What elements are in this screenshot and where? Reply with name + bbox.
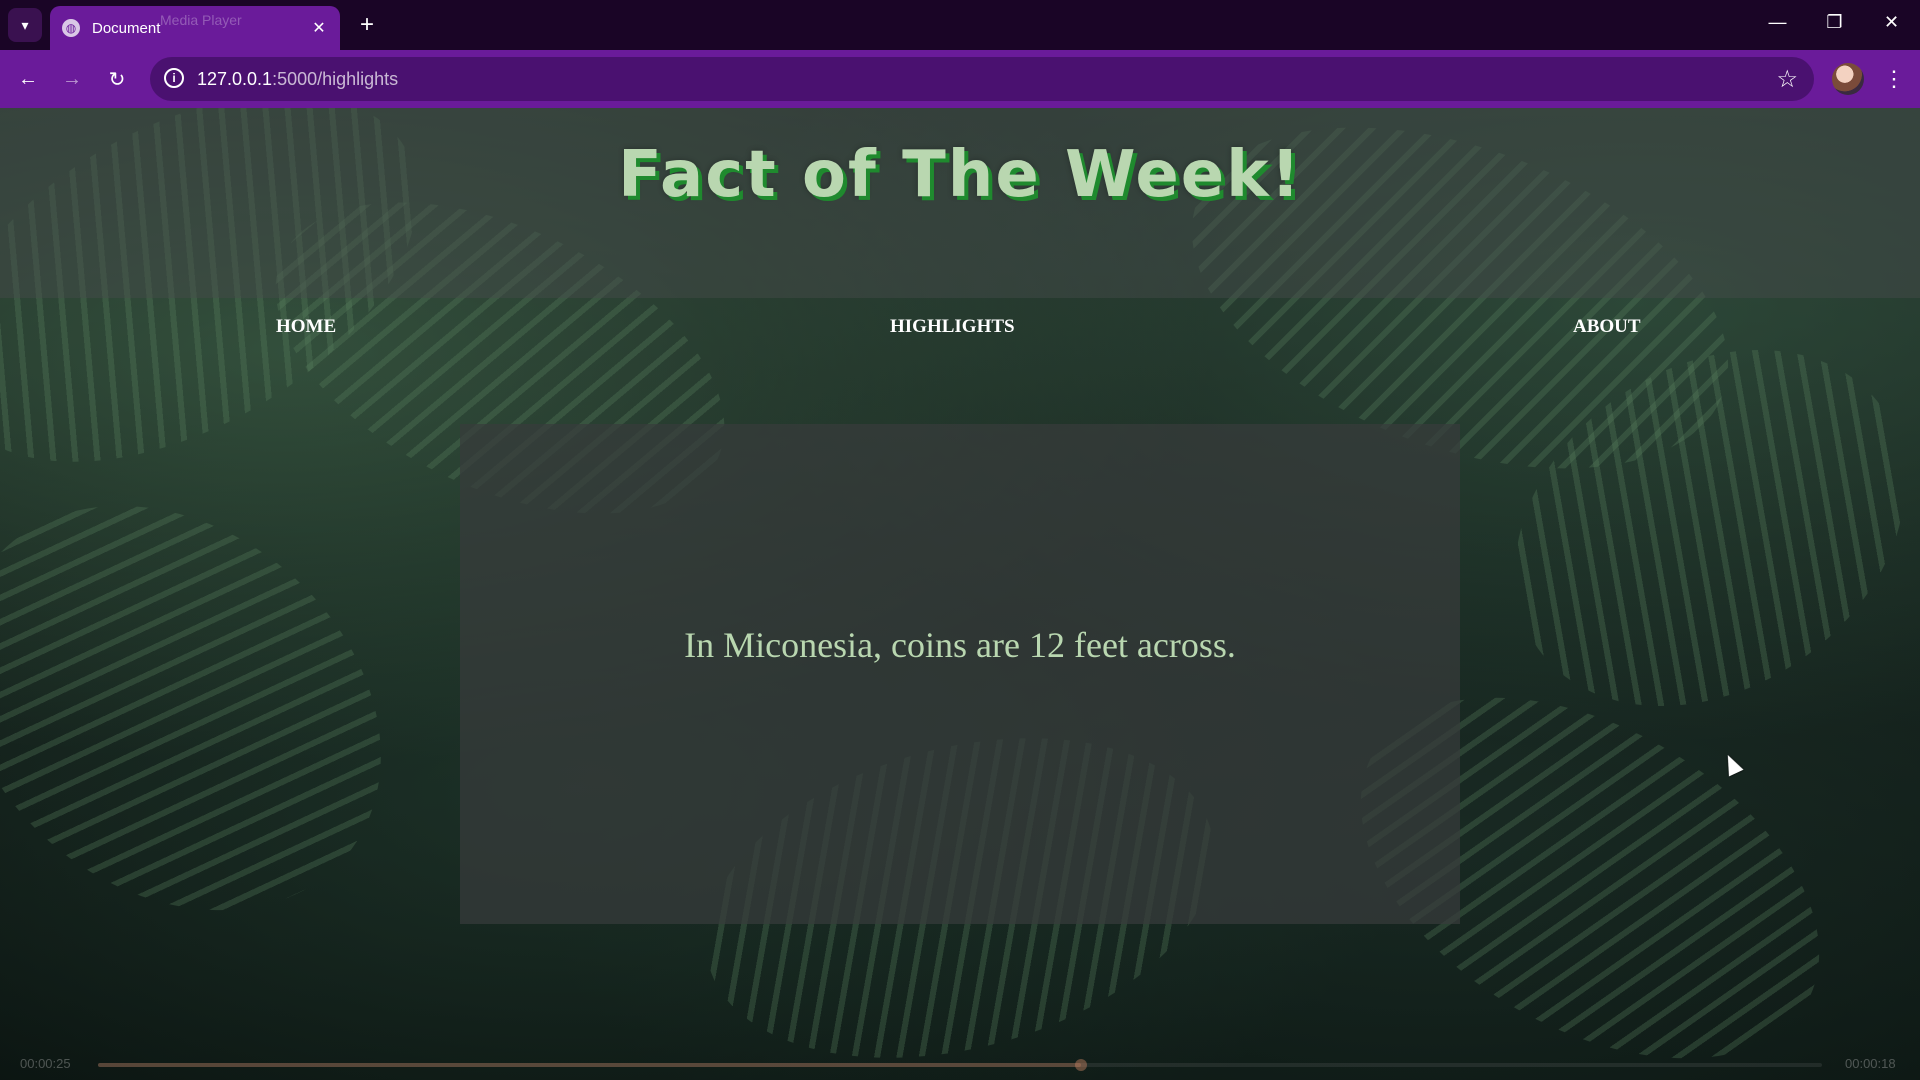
tab-search-dropdown-icon[interactable]: ▾ — [8, 8, 42, 42]
media-progress-bar: 00:00:25 00:00:18 — [0, 1050, 1920, 1080]
url-host: 127.0.0.1 — [197, 69, 273, 89]
minimize-icon[interactable]: — — [1749, 0, 1806, 44]
forward-button[interactable]: → — [56, 63, 88, 95]
close-window-icon[interactable]: ✕ — [1863, 0, 1920, 44]
fact-text: In Miconesia, coins are 12 feet across. — [684, 625, 1236, 665]
page-title: Fact of The Week! — [618, 138, 1302, 212]
browser-tab[interactable]: ◍ Media Player Document ✕ — [50, 6, 340, 50]
restore-icon[interactable]: ❐ — [1806, 0, 1863, 44]
reload-button[interactable]: ↻ — [101, 63, 133, 95]
address-bar[interactable]: i 127.0.0.1:5000/highlights ☆ — [150, 57, 1814, 101]
browser-menu-icon[interactable]: ⋮ — [1878, 63, 1910, 95]
nav-about-link[interactable]: ABOUT — [1573, 316, 1641, 338]
site-info-icon[interactable]: i — [164, 68, 184, 88]
back-button[interactable]: ← — [12, 63, 44, 95]
mouse-cursor-icon — [1720, 751, 1744, 777]
nav-highlights-link[interactable]: HIGHLIGHTS — [890, 316, 1015, 338]
url-path: :5000/highlights — [272, 69, 399, 89]
tab-close-icon[interactable]: ✕ — [308, 17, 330, 39]
seek-handle[interactable] — [1074, 1059, 1087, 1071]
tab-title: Document — [92, 19, 161, 37]
browser-toolbar: ← → ↻ i 127.0.0.1:5000/highlights ☆ ⋮ — [0, 50, 1920, 108]
page-viewport: Fact of The Week! HOME HIGHLIGHTS ABOUT … — [0, 108, 1920, 1080]
nav-home-link[interactable]: HOME — [276, 316, 336, 338]
remaining-time: 00:00:18 — [1845, 1056, 1896, 1071]
seek-track[interactable] — [98, 1059, 1822, 1071]
url-text[interactable]: 127.0.0.1:5000/highlights — [197, 69, 398, 90]
ghost-tab-title: Media Player — [160, 12, 242, 28]
elapsed-time: 00:00:25 — [20, 1056, 71, 1071]
profile-avatar[interactable] — [1832, 63, 1864, 95]
new-tab-button[interactable]: + — [352, 10, 382, 40]
window-controls: — ❐ ✕ — [1749, 0, 1920, 44]
fern-background — [0, 422, 462, 994]
fact-card: In Miconesia, coins are 12 feet across. — [460, 424, 1460, 924]
globe-icon: ◍ — [62, 19, 80, 37]
bookmark-star-icon[interactable]: ☆ — [1776, 65, 1798, 94]
browser-tab-bar: ▾ ◍ Media Player Document ✕ + — ❐ ✕ — [0, 0, 1920, 50]
seek-fill — [98, 1063, 1081, 1067]
